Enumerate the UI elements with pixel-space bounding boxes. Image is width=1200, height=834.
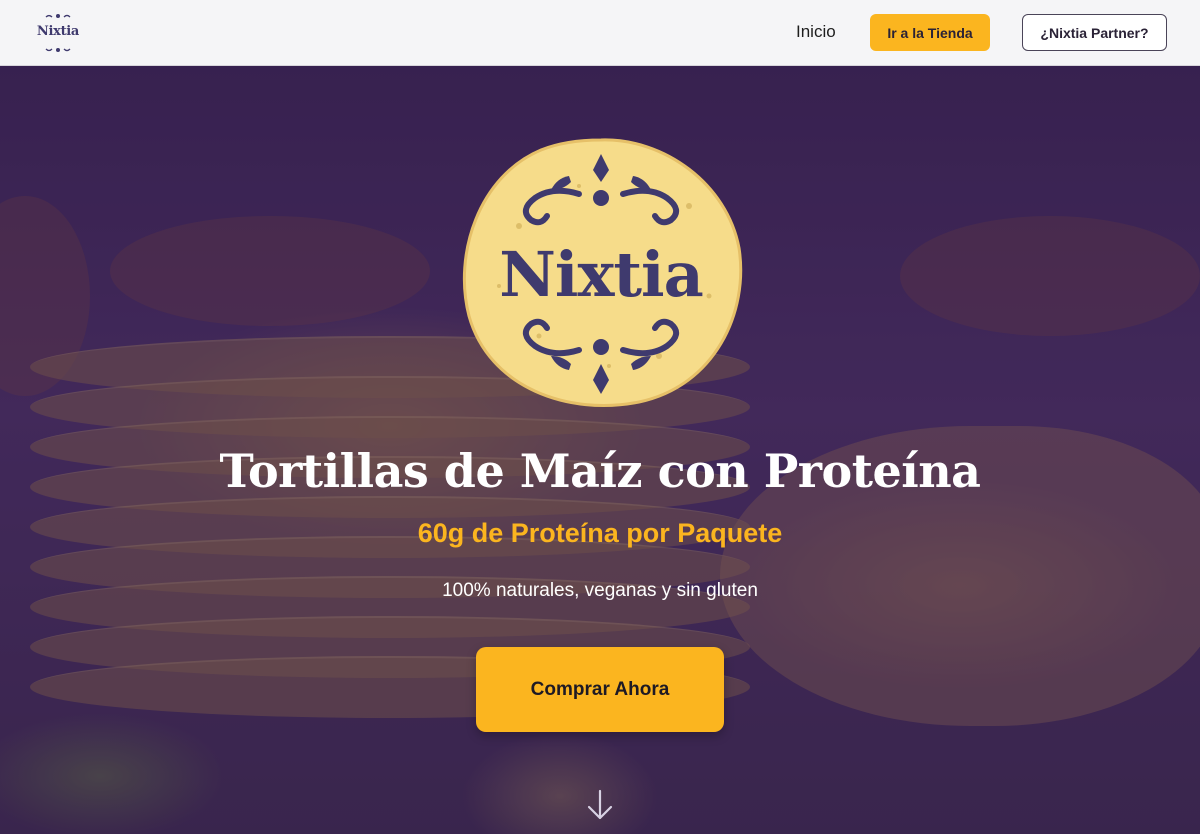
nav-link-inicio[interactable]: Inicio: [796, 22, 836, 42]
hero-tagline: 100% naturales, veganas y sin gluten: [442, 580, 758, 601]
arrow-down-icon[interactable]: [586, 788, 614, 822]
go-to-store-button[interactable]: Ir a la Tienda: [870, 14, 990, 51]
hero-title: Tortillas de Maíz con Proteína: [219, 444, 981, 498]
logo-wordmark: Nixtia: [36, 24, 80, 39]
top-navbar: Nixtia Inicio Ir a la Tienda ¿Nixtia Par…: [0, 0, 1200, 66]
emblem-tortilla-icon: Nixtia: [462, 138, 743, 407]
nixtia-logo[interactable]: Nixtia: [36, 11, 80, 55]
buy-now-button[interactable]: Comprar Ahora: [476, 647, 724, 732]
emblem-wordmark: Nixtia: [499, 238, 703, 311]
nixtia-partner-button[interactable]: ¿Nixtia Partner?: [1022, 14, 1167, 51]
hero-section: Nixtia Tortillas de Maíz con Proteína 60…: [0, 66, 1200, 834]
hero-subtitle: 60g de Proteína por Paquete: [417, 518, 783, 548]
nixtia-emblem: Nixtia: [459, 136, 743, 408]
